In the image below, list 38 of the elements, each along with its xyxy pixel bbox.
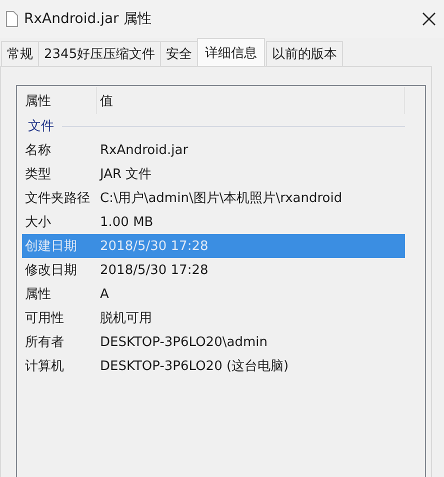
document-icon: [6, 11, 18, 27]
close-icon[interactable]: [422, 12, 436, 26]
tab[interactable]: 常规: [1, 41, 39, 66]
tab[interactable]: 以前的版本: [266, 41, 344, 66]
property-value: DESKTOP-3P6LO20\admin: [99, 334, 268, 350]
property-name: 文件夹路径: [24, 190, 91, 207]
detail-row[interactable]: 计算机 DESKTOP-3P6LO20 (这台电脑): [22, 354, 405, 378]
property-value: A: [99, 286, 109, 302]
window-title: RxAndroid.jar 属性: [24, 10, 152, 28]
property-name: 属性: [24, 286, 52, 303]
detail-row[interactable]: 属性 A: [22, 282, 405, 306]
property-name: 所有者: [24, 334, 65, 351]
property-name: 修改日期: [24, 262, 78, 279]
property-value: 2018/5/30 17:28: [99, 238, 208, 254]
group-header: 文件: [28, 118, 54, 135]
property-name: 类型: [24, 166, 52, 183]
detail-row[interactable]: 文件夹路径 C:\用户\admin\图片\本机照片\rxandroid: [22, 186, 405, 210]
property-value: RxAndroid.jar: [99, 142, 188, 158]
property-value: 2018/5/30 17:28: [99, 262, 208, 278]
property-value: C:\用户\admin\图片\本机照片\rxandroid: [99, 190, 342, 207]
property-name: 大小: [24, 214, 52, 231]
tab[interactable]: 详细信息: [197, 38, 266, 66]
detail-row[interactable]: 大小 1.00 MB: [22, 210, 405, 234]
property-name: 名称: [24, 142, 52, 159]
property-name: 可用性: [24, 310, 65, 327]
column-header[interactable]: 属性: [22, 87, 97, 114]
column-header[interactable]: 值: [97, 87, 405, 114]
property-name: 创建日期: [24, 238, 78, 255]
detail-row[interactable]: 名称 RxAndroid.jar: [22, 138, 405, 162]
detail-row[interactable]: 所有者 DESKTOP-3P6LO20\admin: [22, 330, 405, 354]
detail-row[interactable]: 修改日期 2018/5/30 17:28: [22, 258, 405, 282]
property-value: 脱机可用: [99, 310, 152, 327]
detail-row[interactable]: 类型 JAR 文件: [22, 162, 405, 186]
property-value: DESKTOP-3P6LO20 (这台电脑): [99, 358, 289, 375]
property-name: 计算机: [24, 358, 65, 375]
property-value: JAR 文件: [98, 166, 152, 183]
property-value: 1.00 MB: [99, 214, 154, 230]
detail-row[interactable]: 可用性 脱机可用: [22, 306, 405, 330]
